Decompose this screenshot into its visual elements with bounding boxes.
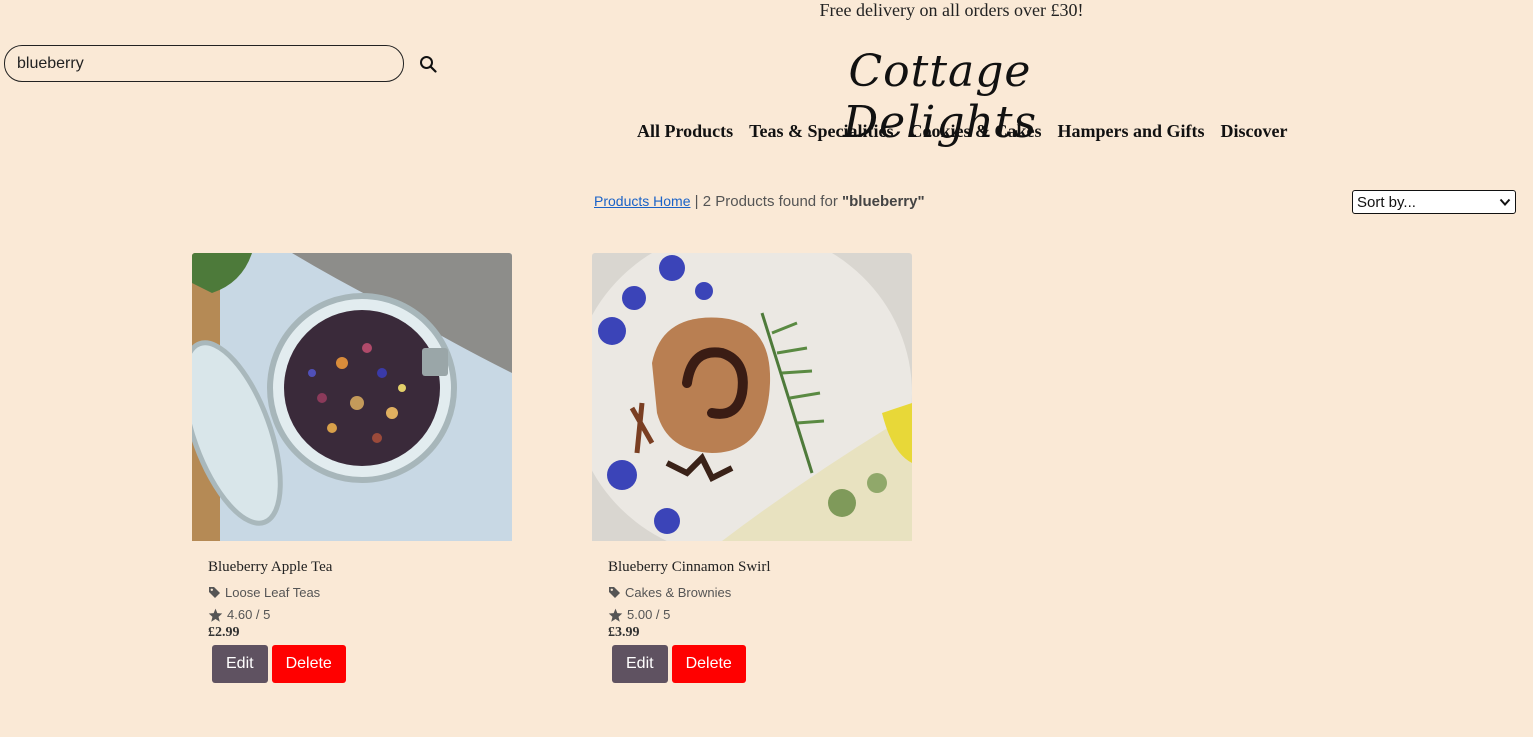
product-price: £3.99 <box>608 625 640 640</box>
edit-button[interactable]: Edit <box>612 645 668 683</box>
chevron-down-icon <box>1499 198 1511 206</box>
results-count: 2 Products found for <box>702 193 838 210</box>
product-card: Blueberry Apple Tea Loose Leaf Teas 4.60… <box>192 253 512 683</box>
search-icon <box>420 55 437 73</box>
nav-hampers-gifts[interactable]: Hampers and Gifts <box>1058 121 1205 142</box>
delete-button[interactable]: Delete <box>671 645 746 683</box>
product-category[interactable]: Cakes & Brownies <box>608 585 896 600</box>
nav-all-products[interactable]: All Products <box>637 121 733 142</box>
product-rating: 5.00 / 5 <box>608 607 896 622</box>
product-category-label: Loose Leaf Teas <box>225 585 321 600</box>
tag-icon <box>209 587 220 598</box>
sort-selected-value: Sort by... <box>1357 193 1416 211</box>
product-name[interactable]: Blueberry Apple Tea <box>208 559 496 576</box>
product-rating: 4.60 / 5 <box>208 607 496 622</box>
edit-button[interactable]: Edit <box>212 645 268 683</box>
main-nav: All Products Teas & Specialities Cookies… <box>637 121 1288 142</box>
products-home-link[interactable]: Products Home <box>594 193 690 209</box>
results-separator: | <box>694 193 699 210</box>
product-card: Blueberry Cinnamon Swirl Cakes & Brownie… <box>592 253 912 683</box>
product-image[interactable] <box>592 253 912 541</box>
sort-select[interactable]: Sort by... <box>1352 190 1516 214</box>
results-summary: Products Home | 2 Products found for "bl… <box>594 193 925 210</box>
product-name[interactable]: Blueberry Cinnamon Swirl <box>608 559 896 576</box>
product-category[interactable]: Loose Leaf Teas <box>208 585 496 600</box>
product-rating-value: 5.00 / 5 <box>627 607 671 622</box>
tag-icon <box>609 587 620 598</box>
search-button[interactable] <box>416 52 440 76</box>
delete-button[interactable]: Delete <box>271 645 346 683</box>
nav-cookies-cakes[interactable]: Cookies & Cakes <box>910 121 1042 142</box>
search-bar <box>4 45 440 82</box>
product-price: £2.99 <box>208 625 240 640</box>
star-icon <box>208 608 223 622</box>
search-input[interactable] <box>4 45 404 82</box>
product-rating-value: 4.60 / 5 <box>227 607 271 622</box>
nav-teas-specialities[interactable]: Teas & Specialities <box>749 121 893 142</box>
product-category-label: Cakes & Brownies <box>625 585 732 600</box>
delivery-banner: Free delivery on all orders over £30! <box>819 0 1084 20</box>
nav-discover[interactable]: Discover <box>1221 121 1288 142</box>
star-icon <box>608 608 623 622</box>
product-image[interactable] <box>192 253 512 541</box>
results-query: "blueberry" <box>842 193 925 210</box>
